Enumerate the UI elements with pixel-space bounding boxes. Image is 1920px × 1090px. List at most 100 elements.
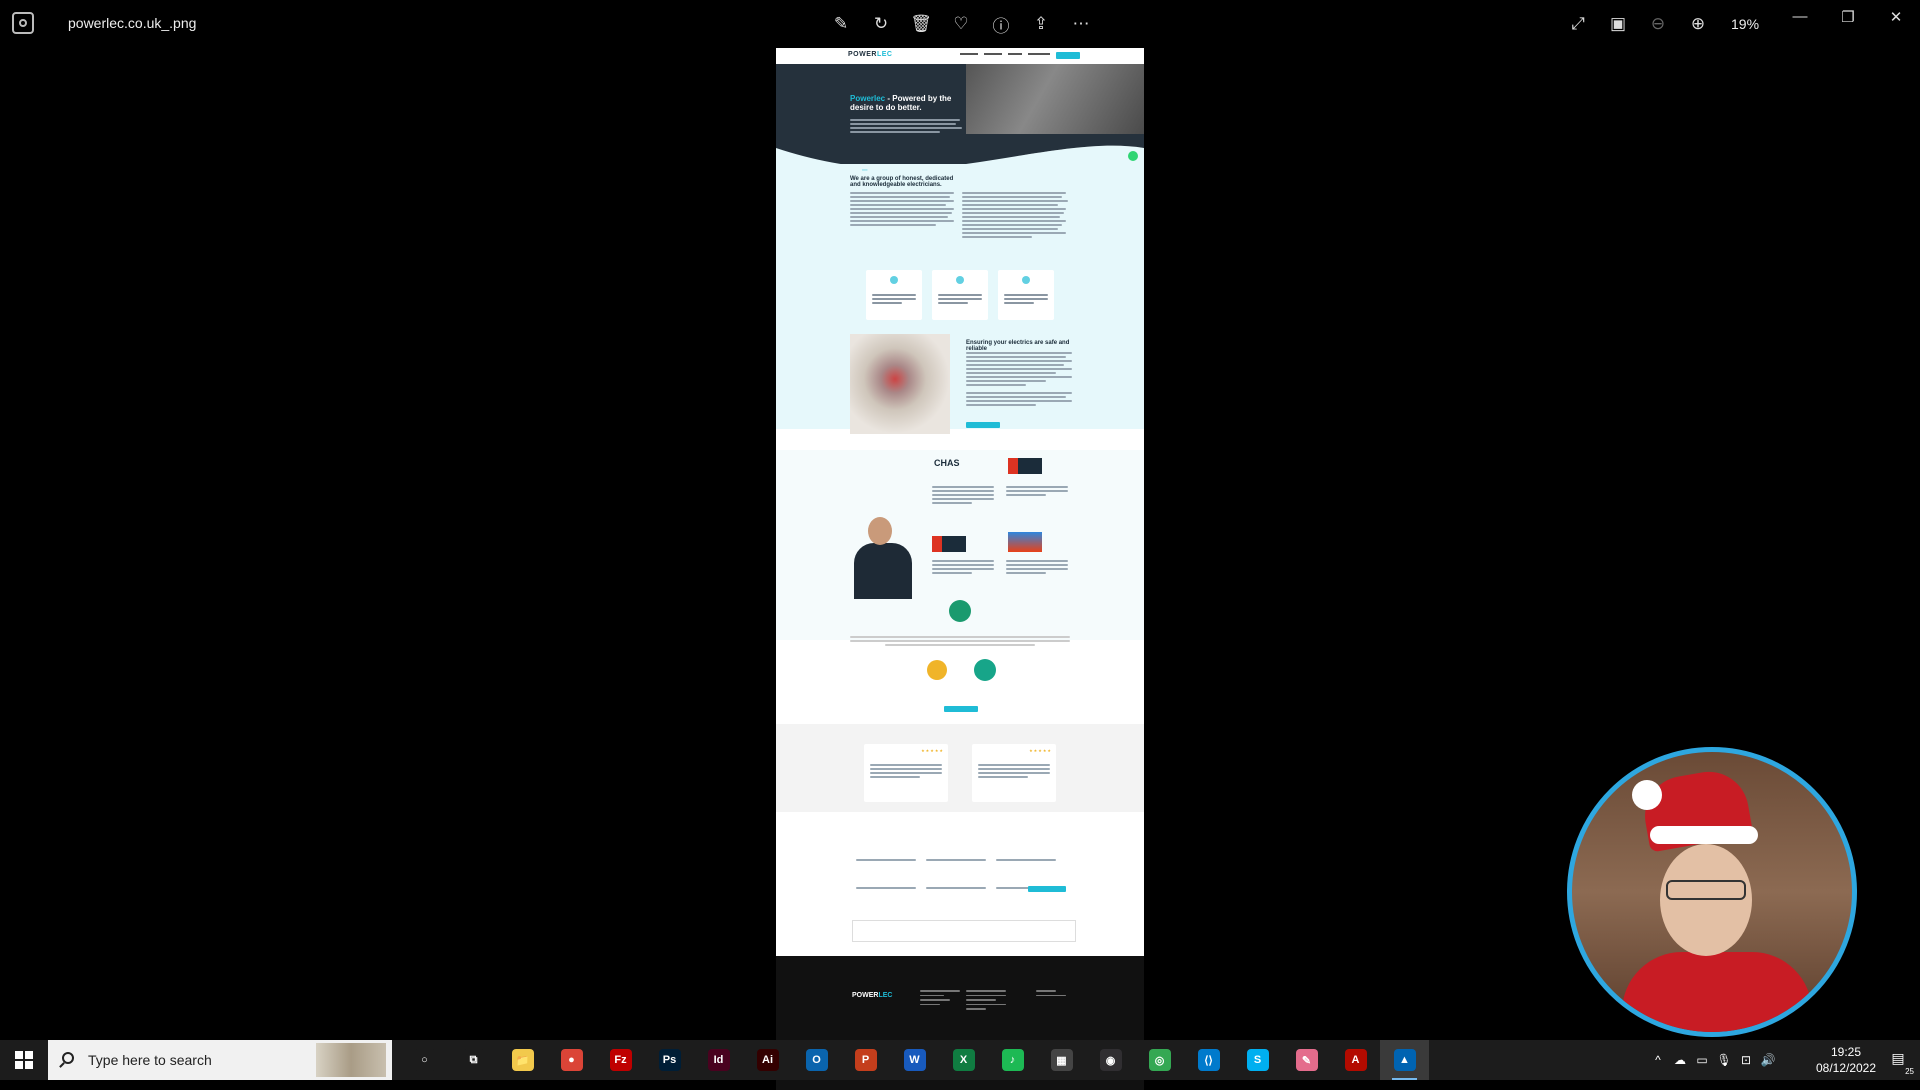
taskbar-app-filezilla[interactable]: Fz: [596, 1040, 645, 1080]
meet-icon[interactable]: ▭: [1694, 1053, 1710, 1067]
review-card: ★★★★★: [972, 744, 1056, 802]
reviews-section: [776, 724, 1144, 812]
taskbar-app-outlook[interactable]: O: [792, 1040, 841, 1080]
obs-icon: ◉: [1099, 1049, 1122, 1071]
edit-icon[interactable]: ✎: [828, 12, 854, 36]
maximize-button[interactable]: ❐: [1836, 8, 1860, 26]
taskbar-search[interactable]: Type here to search: [48, 1040, 392, 1080]
accreditation-text: [932, 486, 994, 506]
notification-icon[interactable]: ▤ 25: [1888, 1050, 1914, 1076]
file-explorer-icon: 📁: [511, 1049, 534, 1071]
network-icon[interactable]: ⊡: [1738, 1053, 1754, 1067]
hero-title: Powerlec - Powered by the desire to do b…: [850, 94, 952, 112]
taskbar-app-vscode[interactable]: ⟨⟩: [1184, 1040, 1233, 1080]
partner-logo: [927, 660, 947, 680]
clock[interactable]: 19:25 08/12/2022: [1808, 1044, 1884, 1076]
webcam-overlay: [1567, 747, 1857, 1037]
vscode-icon: ⟨⟩: [1197, 1049, 1220, 1071]
chrome-profile-icon: ●: [560, 1049, 583, 1071]
taskbar-app-file-explorer[interactable]: 📁: [498, 1040, 547, 1080]
taskbar-app-task-view[interactable]: ⧉: [449, 1040, 498, 1080]
spotify-icon: ♪: [1001, 1049, 1024, 1071]
delete-icon[interactable]: 🗑: [908, 12, 934, 36]
taskbar-app-illustrator[interactable]: Ai: [743, 1040, 792, 1080]
chas-logo: CHAS: [934, 458, 960, 468]
taskbar-app-powerpoint[interactable]: P: [841, 1040, 890, 1080]
photos-icon: ▲: [1393, 1049, 1416, 1071]
taskbar-app-chrome-profile[interactable]: ●: [547, 1040, 596, 1080]
services-text: [966, 352, 1072, 408]
electrician-portrait: [850, 513, 916, 599]
calculator-icon: ▦: [1050, 1049, 1073, 1071]
taskbar-app-photoshop[interactable]: Ps: [645, 1040, 694, 1080]
niceic-logo: [1008, 458, 1042, 474]
zoom-in-icon[interactable]: ⊕: [1685, 12, 1711, 36]
outlook-icon: O: [805, 1049, 828, 1071]
taskbar-app-paint-app[interactable]: ✎: [1282, 1040, 1331, 1080]
badge-icon: [949, 600, 971, 622]
accreditation-text: [932, 560, 994, 576]
taskbar-app-spotify[interactable]: ♪: [988, 1040, 1037, 1080]
start-button[interactable]: [0, 1040, 48, 1080]
taskbar-app-word[interactable]: W: [890, 1040, 939, 1080]
about-title: We are a group of honest, dedicated and …: [850, 176, 954, 188]
taskbar-app-skype[interactable]: S: [1233, 1040, 1282, 1080]
indesign-icon: Id: [707, 1049, 730, 1071]
taskbar-app-calculator[interactable]: ▦: [1037, 1040, 1086, 1080]
cortana-icon: ○: [413, 1049, 436, 1071]
skype-icon: S: [1246, 1049, 1269, 1071]
feature-card: [932, 270, 988, 320]
fullscreen-icon[interactable]: ⤢: [1565, 12, 1591, 36]
taskbar-app-cortana[interactable]: ○: [400, 1040, 449, 1080]
taskbar-app-obs[interactable]: ◉: [1086, 1040, 1135, 1080]
footer-logo: POWERLEC: [852, 992, 893, 999]
chevron-up-icon[interactable]: ^: [1650, 1053, 1666, 1067]
word-icon: W: [903, 1049, 926, 1071]
zoom-toolbar: ⤢ ▣ ⊖ ⊕ 19%: [1565, 12, 1759, 36]
taskbar-app-acrobat[interactable]: A: [1331, 1040, 1380, 1080]
rotate-icon[interactable]: ↻: [868, 12, 894, 36]
search-icon: [62, 1052, 74, 1064]
task-view-icon: ⧉: [462, 1049, 485, 1071]
viewer-toolbar: ✎ ↻ 🗑 ♡ ⓘ ⇪ ⋯: [828, 12, 1094, 36]
webpage-screenshot: POWERLEC Powerlec - Powered by the desir…: [776, 48, 1144, 920]
filezilla-icon: Fz: [609, 1049, 632, 1071]
zoom-level: 19%: [1731, 16, 1760, 32]
window-controls: — ❐ ✕: [1788, 8, 1908, 26]
clock-time: 19:25: [1830, 1045, 1862, 1059]
submit-button: [1028, 886, 1066, 892]
site-header: POWERLEC: [776, 48, 1144, 64]
partner-logo: [974, 659, 996, 681]
footer-links: [920, 990, 960, 1008]
minimize-button[interactable]: —: [1788, 8, 1812, 26]
services-title: Ensuring your electrics are safe and rel…: [966, 340, 1070, 352]
feature-card: [866, 270, 922, 320]
pinned-apps: ○ ⧉ 📁 ● Fz Ps Id Ai O P W X ♪ ▦ ◉ ◎ ⟨⟩ S ✎ A ▲: [400, 1040, 1429, 1080]
close-button[interactable]: ✕: [1884, 8, 1908, 26]
volume-icon[interactable]: 🔊: [1760, 1053, 1776, 1067]
chrome-icon: ◎: [1148, 1049, 1171, 1071]
actual-size-icon[interactable]: ▣: [1605, 12, 1631, 36]
site-logo: POWERLEC: [848, 51, 893, 58]
site-nav: [960, 53, 1050, 55]
taskbar-app-excel[interactable]: X: [939, 1040, 988, 1080]
trustmark-logo: [1008, 532, 1042, 552]
taskbar-app-chrome[interactable]: ◎: [1135, 1040, 1184, 1080]
footer-social: [1036, 990, 1076, 999]
favorite-icon[interactable]: ♡: [948, 12, 974, 36]
more-icon[interactable]: ⋯: [1068, 12, 1094, 36]
message-box: [852, 920, 1076, 942]
taskbar-app-indesign[interactable]: Id: [694, 1040, 743, 1080]
share-icon[interactable]: ⇪: [1028, 12, 1054, 36]
microphone-icon[interactable]: 🎙: [1716, 1053, 1732, 1067]
learn-more-button: [944, 706, 978, 712]
feature-card: [998, 270, 1054, 320]
onedrive-icon[interactable]: ☁: [1672, 1053, 1688, 1067]
electrician-hands-photo: [850, 334, 950, 434]
niceic-approved-logo: [932, 536, 966, 552]
taskbar-app-photos[interactable]: ▲: [1380, 1040, 1429, 1080]
info-icon[interactable]: ⓘ: [988, 12, 1014, 36]
zoom-out-icon[interactable]: ⊖: [1645, 12, 1671, 36]
about-text-left: [850, 192, 954, 228]
services-button: [966, 422, 1000, 428]
